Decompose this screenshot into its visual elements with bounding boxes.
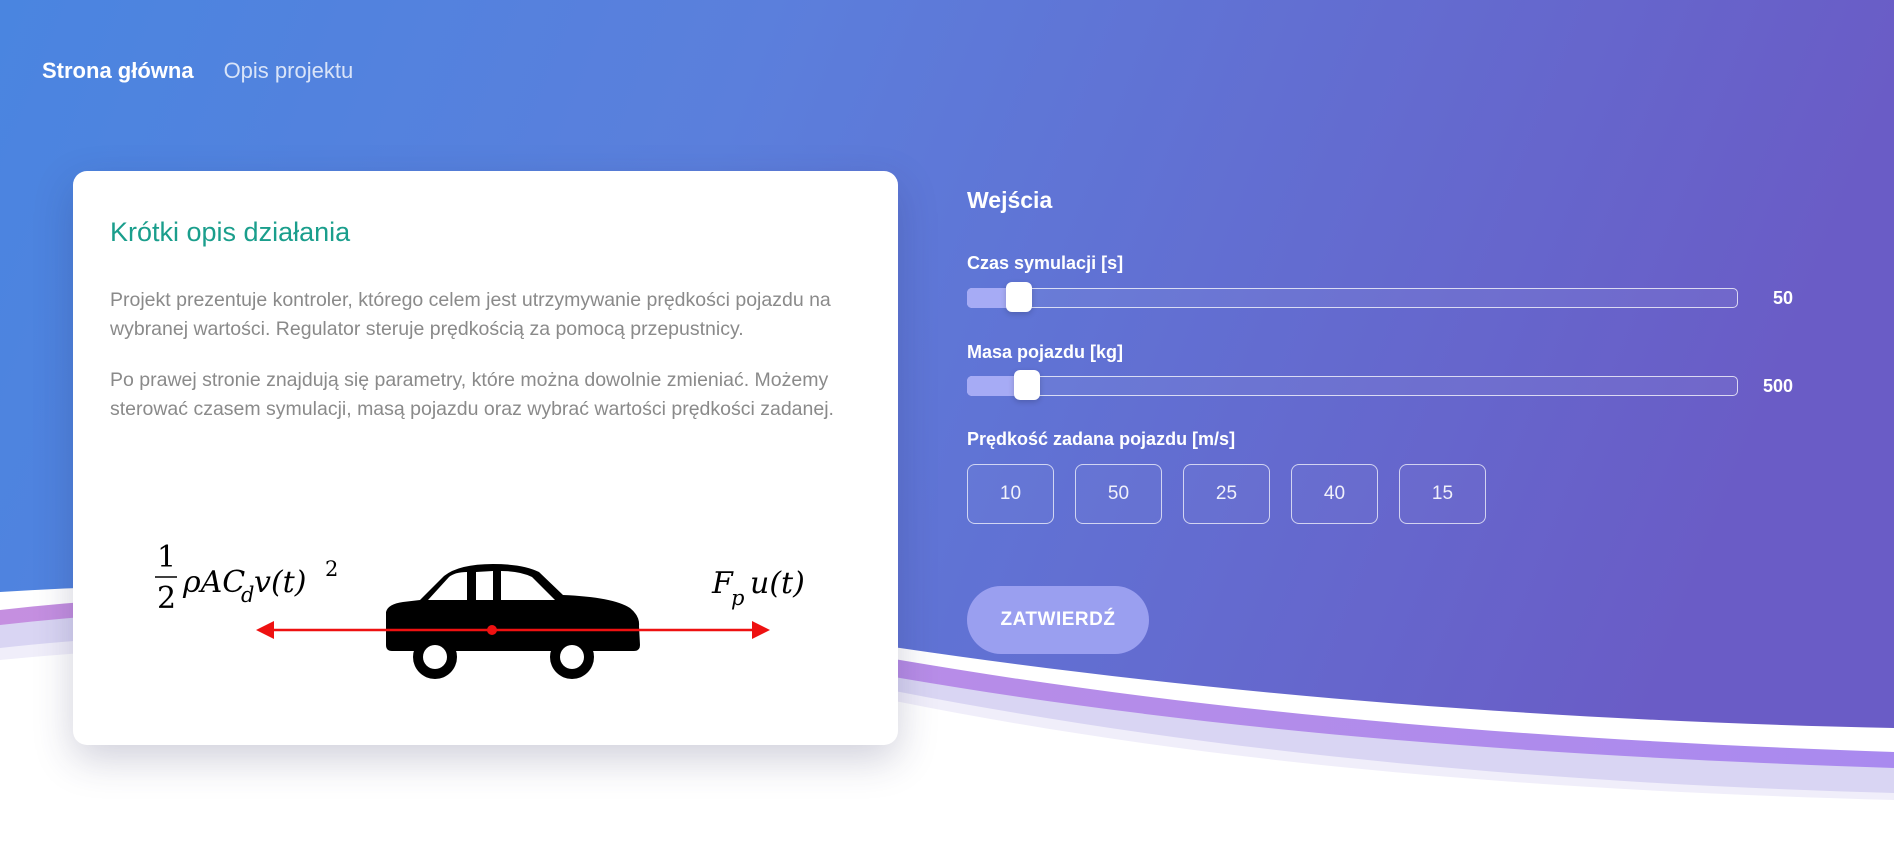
formula-drag-subscript: d [241, 583, 254, 607]
sim-time-slider[interactable] [967, 282, 1738, 312]
formula-fraction-denominator: 2 [157, 581, 176, 616]
throttle-force-formula: F p u(t) [711, 566, 805, 610]
speed-option-button[interactable]: 40 [1291, 464, 1378, 524]
card-paragraph-2: Po prawej stronie znajdują się parametry… [110, 369, 834, 420]
formula-throttle-subscript: p [731, 586, 744, 610]
car-forces-illustration: 1 2 ρAC d v(t) 2 F p u(t) [155, 540, 805, 679]
sim-time-label: Czas symulacji [s] [967, 253, 1124, 273]
inputs-title: Wejścia [967, 187, 1053, 213]
formula-drag-exponent: 2 [325, 557, 338, 581]
top-nav: Strona główna Opis projektu [42, 58, 353, 84]
slider-track [967, 376, 1738, 396]
speed-option-button[interactable]: 25 [1183, 464, 1270, 524]
card-paragraph-1: Projekt prezentuje kontroler, którego ce… [110, 289, 831, 340]
formula-drag-velocity: v(t) [254, 565, 306, 600]
speed-options: 10 50 25 40 15 [967, 464, 1486, 524]
nav-project-description-link[interactable]: Opis projektu [224, 58, 354, 84]
mass-slider-thumb[interactable] [1014, 370, 1040, 400]
mass-value: 500 [1762, 376, 1793, 396]
slider-track [967, 288, 1738, 308]
car-icon [386, 564, 640, 679]
sim-time-value: 50 [1772, 288, 1793, 308]
inputs-panel: Wejścia Czas symulacji [s] 50 Masa pojaz… [967, 0, 1827, 700]
speed-option-button[interactable]: 10 [967, 464, 1054, 524]
speed-option-button[interactable]: 15 [1399, 464, 1486, 524]
speed-option-button[interactable]: 50 [1075, 464, 1162, 524]
mass-label: Masa pojazdu [kg] [967, 342, 1124, 362]
drag-force-formula: 1 2 ρAC d v(t) 2 [155, 540, 338, 616]
center-of-mass-dot [487, 625, 497, 635]
mass-slider[interactable] [967, 370, 1738, 400]
speed-label: Prędkość zadana pojazdu [m/s] [967, 429, 1236, 449]
formula-drag-expression: ρAC [182, 565, 245, 600]
card-title: Krótki opis działania [110, 217, 351, 247]
formula-fraction-numerator: 1 [157, 540, 176, 575]
submit-button[interactable]: ZATWIERDŹ [967, 586, 1149, 654]
nav-home-link[interactable]: Strona główna [42, 58, 194, 84]
description-card: Krótki opis działania Projekt prezentuje… [73, 171, 898, 745]
sim-time-slider-thumb[interactable] [1006, 282, 1032, 312]
formula-throttle-control: u(t) [750, 566, 805, 601]
